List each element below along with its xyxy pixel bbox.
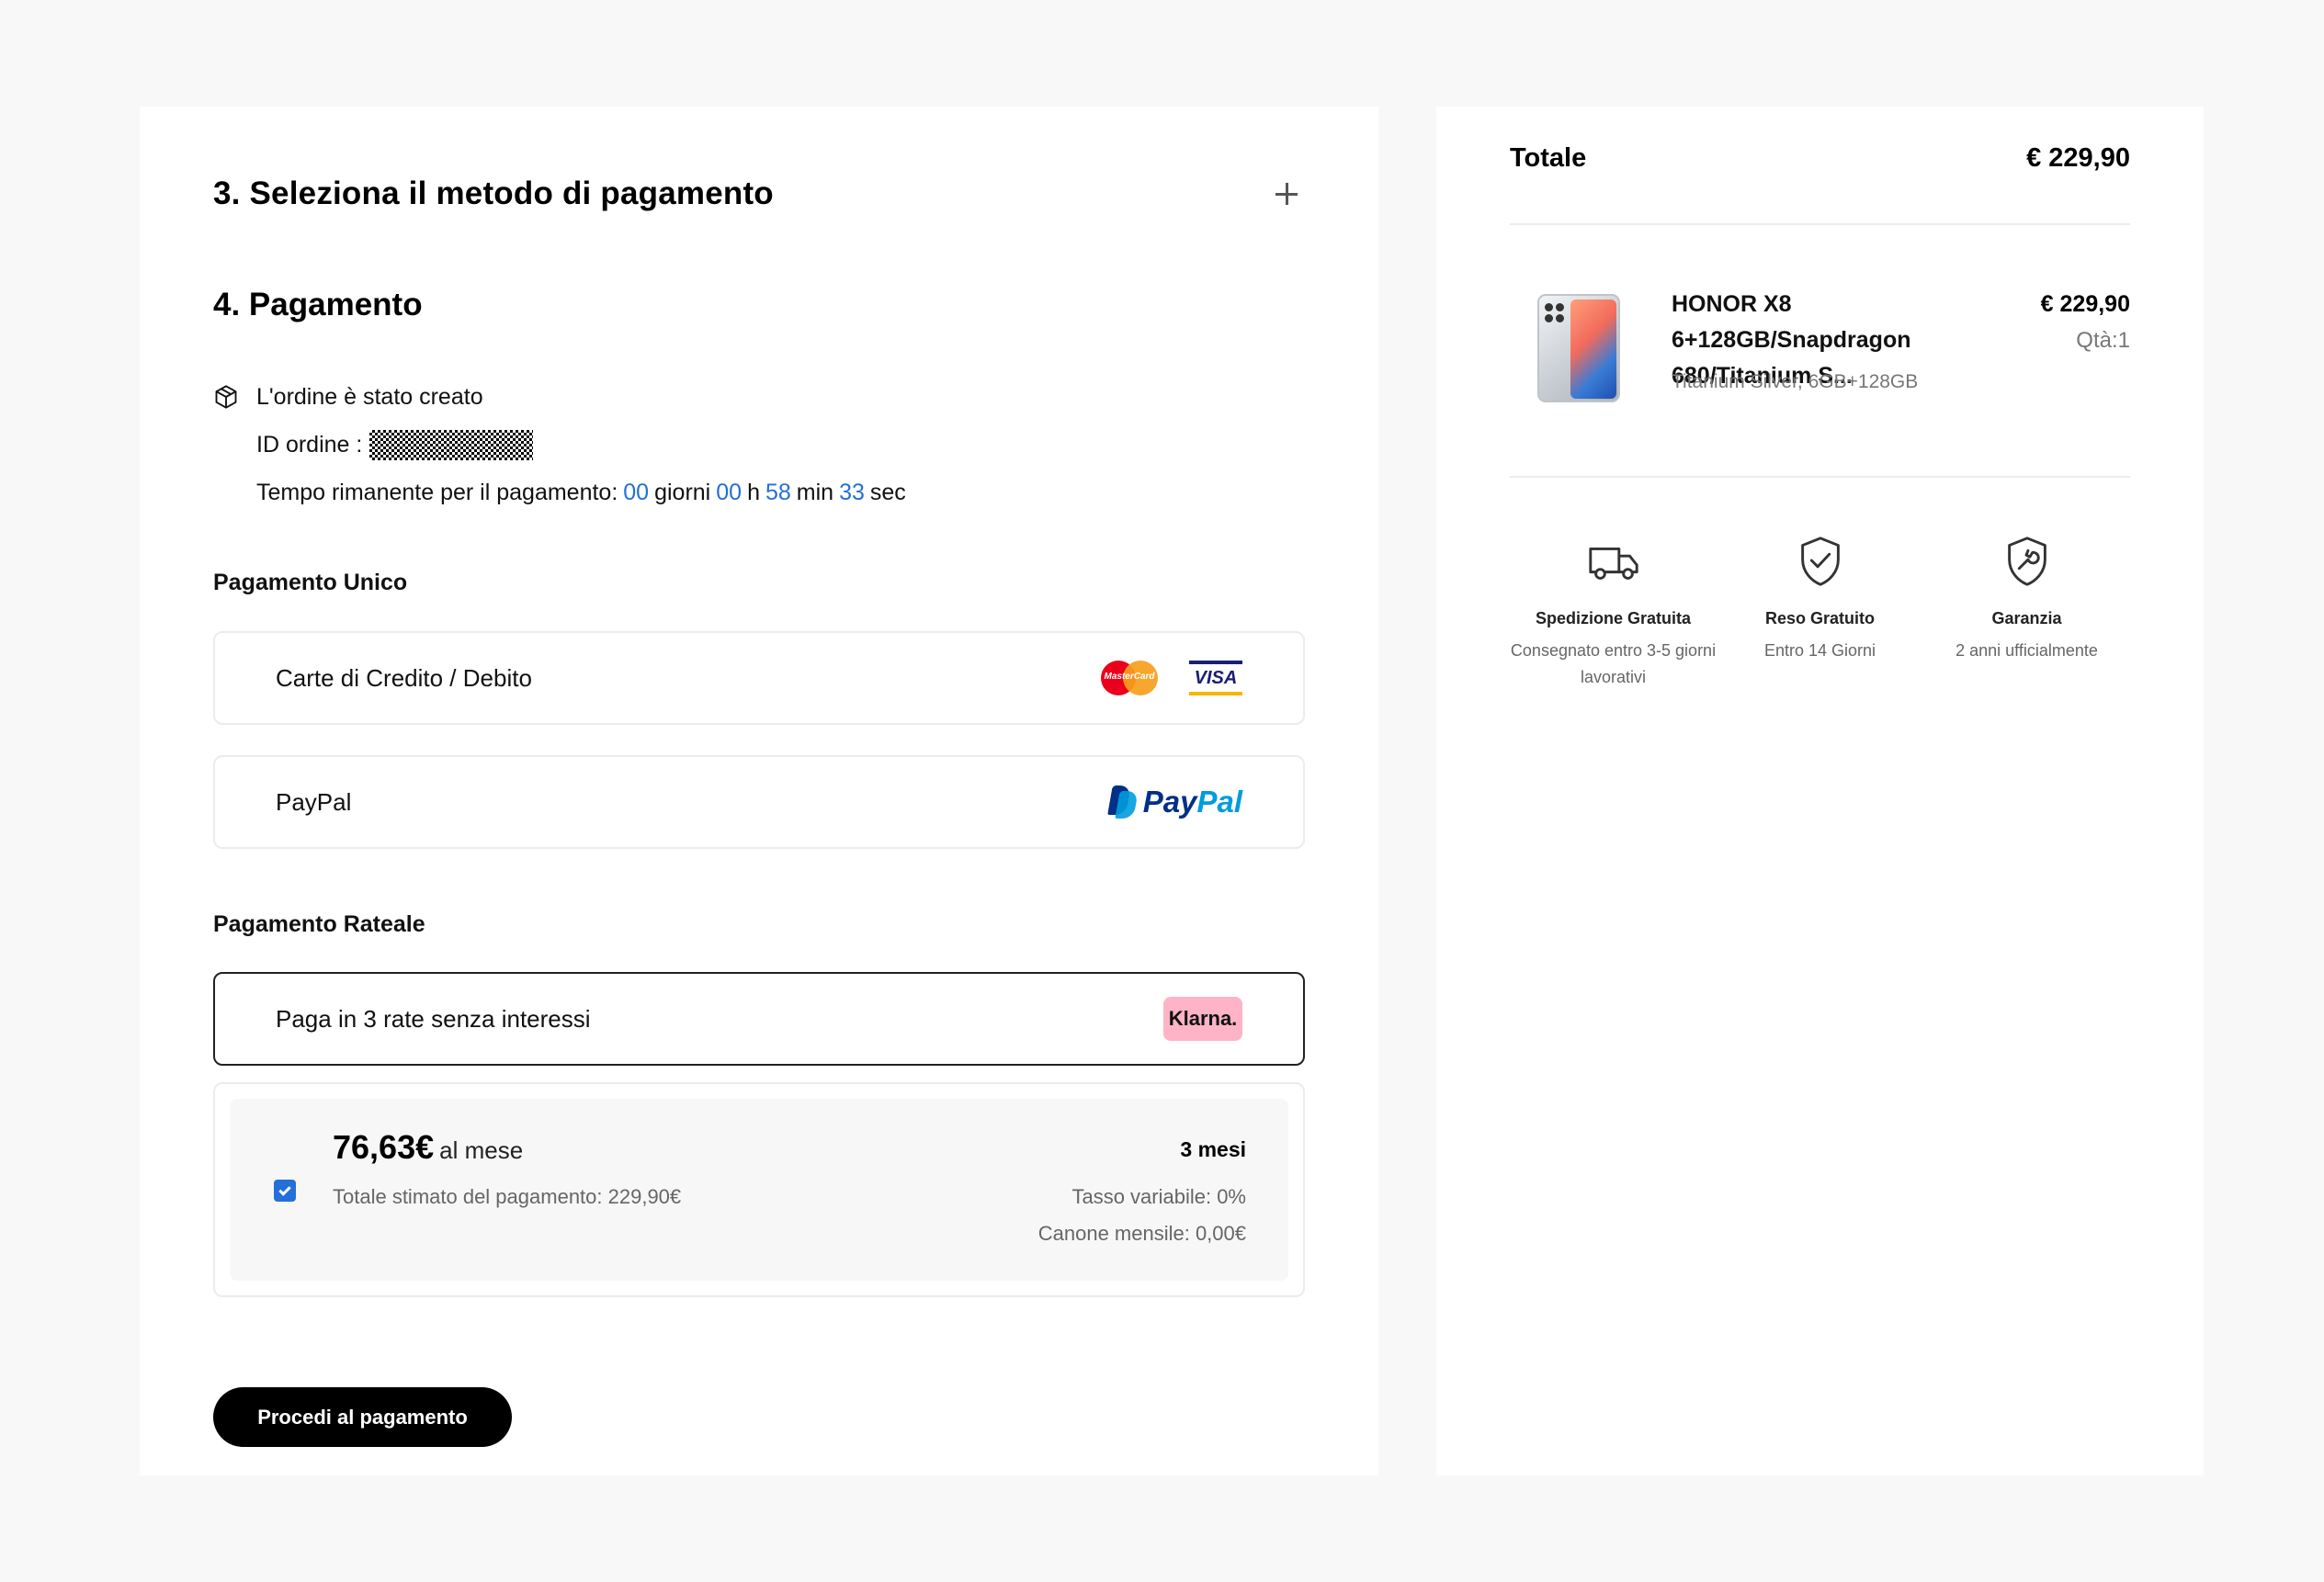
countdown-days: 00 <box>623 479 650 505</box>
product-image <box>1537 294 1620 402</box>
monthly-unit: al mese <box>439 1136 524 1164</box>
shield-check-icon <box>1800 537 1840 586</box>
monthly-amount-line: 76,63€ al mese <box>333 1128 523 1167</box>
order-id-redacted <box>369 429 534 460</box>
paypal-label: PayPal <box>276 787 352 816</box>
credit-card-option[interactable]: Carte di Credito / Debito MasterCard VIS… <box>213 631 1305 725</box>
order-created-line: L'ordine è stato creato <box>213 373 906 421</box>
countdown-hours: 00 <box>716 479 743 505</box>
paypal-option[interactable]: PayPal PayPal <box>213 755 1305 849</box>
countdown-label: Tempo rimanente per il pagamento: <box>256 479 618 505</box>
countdown-minutes-unit: min <box>796 479 834 505</box>
product-price: € 229,90 <box>2040 291 2130 317</box>
checkout-panel: 3. Seleziona il metodo di pagamento 4. P… <box>140 107 1378 1475</box>
visa-logo: VISA <box>1189 661 1242 695</box>
interest-rate: Tasso variabile: 0% <box>1071 1185 1246 1208</box>
feature-desc: Entro 14 Giorni <box>1763 641 1876 660</box>
step4-title: 4. Pagamento <box>213 287 423 322</box>
monthly-amount: 76,63€ <box>333 1128 435 1166</box>
order-summary-panel: Totale € 229,90 HONOR X8 6+128GB/Snapdra… <box>1436 107 2204 1475</box>
shield-wrench-icon <box>2007 537 2046 586</box>
service-features: Spedizione Gratuita Consegnato entro 3-5… <box>1510 533 2130 691</box>
installment-plan: 76,63€ al mese Totale stimato del pagamen… <box>213 1082 1305 1297</box>
feature-desc: Consegnato entro 3-5 giorni lavorativi <box>1510 641 1717 686</box>
feature-title: Garanzia <box>1991 609 2062 627</box>
mastercard-logo: MasterCard <box>1101 661 1158 695</box>
klarna-logo: Klarna. <box>1163 997 1242 1041</box>
divider <box>1510 476 2130 478</box>
check-icon <box>278 1182 291 1196</box>
payment-countdown: Tempo rimanente per il pagamento: 00 gio… <box>213 469 906 516</box>
countdown-hours-unit: h <box>747 479 760 505</box>
divider <box>1510 223 2130 225</box>
total-estimate: Totale stimato del pagamento: 229,90€ <box>333 1185 682 1208</box>
order-id-line: ID ordine : <box>213 421 906 469</box>
plus-icon[interactable] <box>1268 175 1305 212</box>
monthly-fee: Canone mensile: 0,00€ <box>1037 1222 1246 1245</box>
feature-warranty: Garanzia 2 anni ufficialmente <box>1923 533 2130 691</box>
total-value: € 229,90 <box>2026 142 2130 173</box>
installment-months: 3 mesi <box>1180 1137 1246 1161</box>
summary-total: Totale € 229,90 <box>1510 129 2130 187</box>
paypal-logo: PayPal <box>1106 785 1242 819</box>
product-quantity: Qtà:1 <box>2076 328 2130 353</box>
paypal-mark-icon <box>1106 785 1139 819</box>
order-created-text: L'ordine è stato creato <box>256 383 483 410</box>
countdown-seconds: 33 <box>839 479 865 505</box>
step3-header[interactable]: 3. Seleziona il metodo di pagamento <box>213 153 1305 235</box>
total-label: Totale <box>1510 142 1587 173</box>
product-variant: Titanium Silver, 6GB+128GB <box>1672 371 1919 392</box>
truck-icon <box>1588 547 1638 580</box>
credit-card-label: Carte di Credito / Debito <box>276 663 532 692</box>
card-logos: MasterCard VISA <box>1101 661 1242 695</box>
feature-free-return: Reso Gratuito Entro 14 Giorni <box>1717 533 1923 691</box>
countdown-days-unit: giorni <box>654 479 711 505</box>
single-payment-label: Pagamento Unico <box>213 570 408 595</box>
order-info: L'ordine è stato creato ID ordine : Temp… <box>213 373 906 516</box>
product-item: HONOR X8 6+128GB/Snapdragon 680/Titanium… <box>1510 287 2130 406</box>
klarna-label: Paga in 3 rate senza interessi <box>276 1004 591 1033</box>
feature-free-shipping: Spedizione Gratuita Consegnato entro 3-5… <box>1510 533 1717 691</box>
countdown-minutes: 58 <box>765 479 791 505</box>
countdown-seconds-unit: sec <box>869 479 906 505</box>
proceed-to-payment-button[interactable]: Procedi al pagamento <box>213 1387 512 1447</box>
installment-plan-card[interactable]: 76,63€ al mese Totale stimato del pagamen… <box>230 1099 1288 1281</box>
order-id-label: ID ordine : <box>256 431 363 458</box>
klarna-option[interactable]: Paga in 3 rate senza interessi Klarna. <box>213 972 1305 1066</box>
feature-desc: 2 anni ufficialmente <box>1956 641 2098 660</box>
package-icon <box>215 385 237 409</box>
installment-payment-label: Pagamento Rateale <box>213 911 425 937</box>
feature-title: Reso Gratuito <box>1764 609 1875 627</box>
installment-checkbox[interactable] <box>274 1180 296 1202</box>
step3-title: 3. Seleziona il metodo di pagamento <box>213 175 774 211</box>
feature-title: Spedizione Gratuita <box>1535 609 1692 627</box>
